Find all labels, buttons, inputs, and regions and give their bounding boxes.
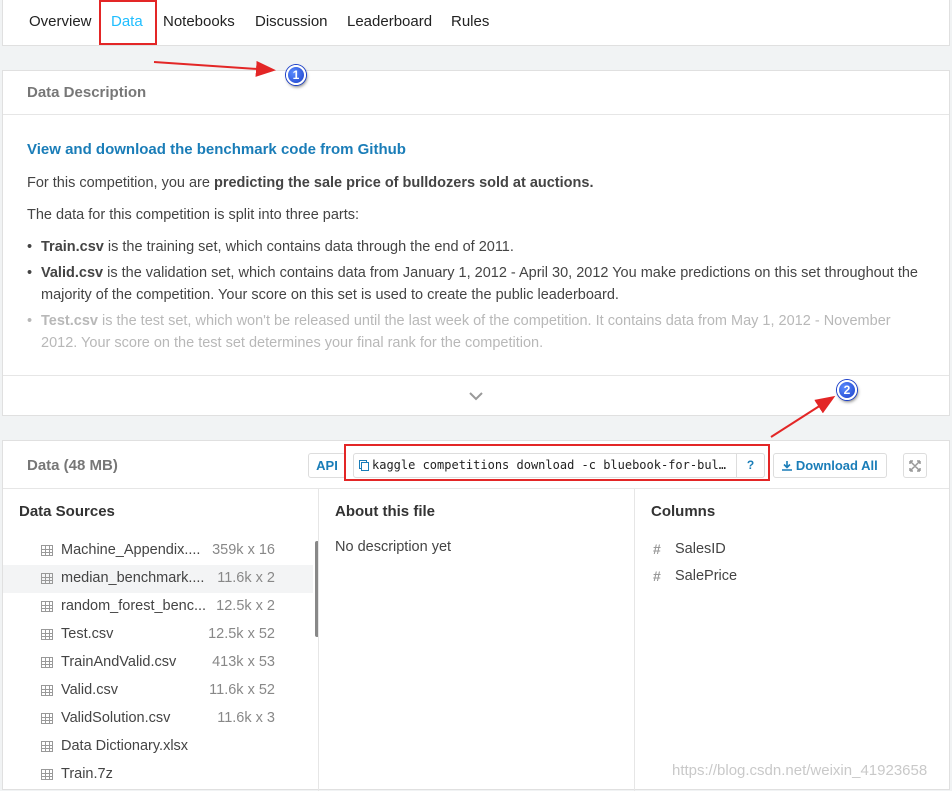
data-description-header: Data Description	[3, 71, 949, 115]
tab-discussion[interactable]: Discussion	[255, 13, 328, 30]
list-item: Test.csv is the test set, which won't be…	[27, 310, 925, 354]
about-file-text: No description yet	[335, 539, 452, 555]
github-benchmark-link[interactable]: View and download the benchmark code fro…	[27, 139, 925, 161]
split-paragraph: The data for this competition is split i…	[27, 207, 360, 223]
table-icon	[41, 685, 53, 696]
archive-icon	[41, 769, 53, 780]
intro-paragraph: For this competition, you are predicting…	[27, 175, 594, 191]
file-item[interactable]: TrainAndValid.csv 413k x 53	[3, 649, 313, 677]
annotation-badge-2: 2	[837, 380, 857, 400]
parts-list: Train.csv is the training set, which con…	[27, 236, 925, 354]
data-explorer-card: Data (48 MB) API kaggle competitions dow…	[2, 440, 951, 791]
file-item[interactable]: median_benchmark.... 11.6k x 2	[3, 565, 313, 593]
file-item[interactable]: random_forest_benc... 12.5k x 2	[3, 593, 313, 621]
expand-icon	[909, 460, 921, 472]
table-icon	[41, 545, 53, 556]
list-item: Valid.csv is the validation set, which c…	[27, 262, 925, 306]
download-all-label: Download All	[795, 458, 878, 473]
tab-rules[interactable]: Rules	[451, 13, 489, 30]
download-all-button[interactable]: Download All	[773, 453, 887, 478]
data-sources-panel: Data Sources Machine_Appendix.... 359k x …	[3, 489, 319, 791]
about-file-header: About this file	[335, 503, 435, 520]
download-icon	[782, 461, 793, 471]
annotation-arrow-1	[153, 60, 276, 77]
file-item[interactable]: Valid.csv 11.6k x 52	[3, 677, 313, 705]
data-description-card: Data Description View and download the b…	[2, 70, 950, 416]
columns-panel: Columns # SalesID # SalePrice	[635, 489, 951, 791]
file-item[interactable]: Machine_Appendix.... 359k x 16	[3, 537, 313, 565]
watermark: https://blog.csdn.net/weixin_41923658	[672, 762, 928, 779]
tab-overview[interactable]: Overview	[29, 13, 92, 30]
column-item[interactable]: SalePrice	[675, 568, 737, 584]
table-icon	[41, 601, 53, 612]
about-file-panel: About this file No description yet	[319, 489, 635, 791]
data-size-title: Data (48 MB)	[27, 457, 118, 474]
annotation-box-command	[344, 444, 770, 481]
list-item: Train.csv is the training set, which con…	[27, 236, 925, 258]
annotation-badge-1: 1	[286, 65, 306, 85]
table-icon	[41, 741, 53, 752]
table-icon	[41, 629, 53, 640]
file-item[interactable]: Test.csv 12.5k x 52	[3, 621, 313, 649]
table-icon	[41, 573, 53, 584]
data-sources-header: Data Sources	[19, 503, 115, 520]
file-item[interactable]: ValidSolution.csv 11.6k x 3	[3, 705, 313, 733]
annotation-box-data-tab	[99, 0, 157, 45]
columns-header: Columns	[651, 503, 716, 520]
fullscreen-button[interactable]	[903, 453, 927, 478]
chevron-down-icon	[469, 392, 483, 401]
table-icon	[41, 657, 53, 668]
api-button[interactable]: API	[308, 453, 346, 478]
tab-notebooks[interactable]: Notebooks	[163, 13, 235, 30]
column-item[interactable]: SalesID	[675, 541, 726, 557]
file-item[interactable]: Data Dictionary.xlsx	[3, 733, 313, 761]
numeric-column-icon: #	[653, 541, 661, 557]
tab-leaderboard[interactable]: Leaderboard	[347, 13, 432, 30]
file-item[interactable]: Train.7z	[3, 761, 313, 789]
table-icon	[41, 713, 53, 724]
expand-description-button[interactable]	[3, 375, 949, 416]
numeric-column-icon: #	[653, 568, 661, 584]
